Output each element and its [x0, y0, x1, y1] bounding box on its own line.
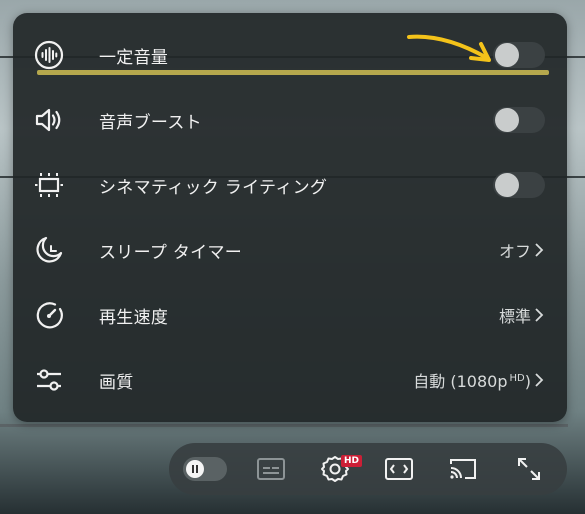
- menu-item-playback-speed[interactable]: 再生速度 標準: [13, 285, 567, 345]
- chevron-right-icon: [535, 243, 544, 257]
- arrow-annotation-icon: [407, 34, 491, 62]
- pause-icon: [186, 460, 204, 478]
- fullscreen-icon[interactable]: [513, 453, 545, 485]
- settings-menu: 一定音量 音声ブースト シネマティック ライティング スリープ タイマー オフ …: [13, 13, 567, 422]
- voice-boost-toggle[interactable]: [493, 107, 545, 133]
- menu-item-label: シネマティック ライティング: [99, 177, 328, 198]
- cinematic-lighting-toggle[interactable]: [493, 172, 545, 198]
- quality-hd-superscript: HD: [509, 372, 525, 384]
- playback-speed-value: 標準: [498, 307, 531, 326]
- menu-item-voice-boost[interactable]: 音声ブースト: [13, 90, 567, 150]
- toggle-knob: [495, 173, 519, 197]
- speaker-icon: [33, 104, 65, 136]
- chevron-right-icon: [535, 373, 544, 387]
- highlight-underline: [37, 70, 549, 75]
- chevron-right-icon: [535, 308, 544, 322]
- player-controls-bar: HD: [169, 443, 567, 495]
- menu-item-label: スリープ タイマー: [99, 242, 243, 263]
- cast-icon[interactable]: [447, 453, 479, 485]
- menu-item-cinematic-lighting[interactable]: シネマティック ライティング: [13, 155, 567, 215]
- hd-badge: HD: [341, 455, 363, 467]
- menu-item-label: 画質: [99, 372, 134, 393]
- sleep-timer-value: オフ: [498, 242, 531, 261]
- theater-mode-icon[interactable]: [383, 453, 415, 485]
- menu-item-label: 一定音量: [99, 47, 169, 68]
- progress-bar[interactable]: [0, 424, 568, 427]
- menu-item-sleep-timer[interactable]: スリープ タイマー オフ: [13, 220, 567, 280]
- quality-value-text: 自動 (1080p: [413, 372, 508, 391]
- quality-value: 自動 (1080p HD): [413, 368, 531, 392]
- toggle-knob: [495, 108, 519, 132]
- stable-volume-icon: [33, 39, 65, 71]
- quality-sliders-icon: [33, 364, 65, 396]
- autoplay-toggle[interactable]: [183, 457, 227, 481]
- playback-speed-icon: [33, 299, 65, 331]
- menu-item-quality[interactable]: 画質 自動 (1080p HD): [13, 350, 567, 410]
- subtitles-icon[interactable]: [255, 453, 287, 485]
- sleep-timer-icon: [33, 234, 65, 266]
- ambient-mode-icon: [33, 169, 65, 201]
- menu-item-label: 音声ブースト: [99, 112, 202, 133]
- menu-item-label: 再生速度: [99, 307, 169, 328]
